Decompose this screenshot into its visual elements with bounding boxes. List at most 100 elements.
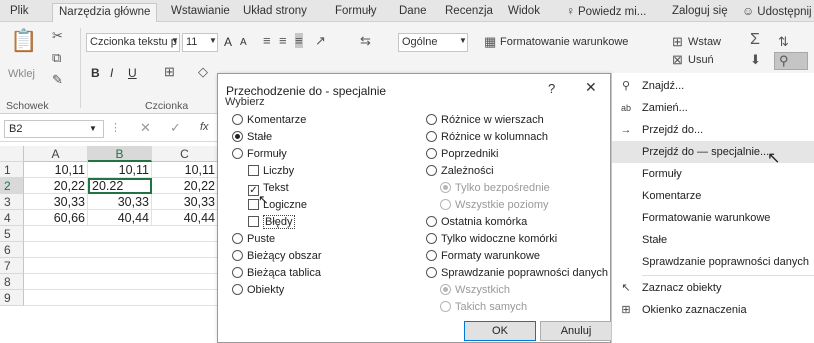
insert-function-icon[interactable]: fx [200,121,209,133]
menu-item-data-validation[interactable]: Sprawdzanie poprawności danych [612,251,814,273]
borders-icon[interactable]: ⊞ [164,64,175,80]
row-header[interactable]: 2 [0,178,24,194]
tab-insert[interactable]: Wstawianie [171,3,230,22]
fill-icon[interactable]: ⬇ [750,52,761,68]
row-header[interactable]: 1 [0,162,24,178]
paste-icon[interactable]: 📋 [10,28,37,54]
cell-a2[interactable]: 20,22 [24,178,88,194]
insert-cells-icon[interactable]: ⊞ [672,34,683,50]
shrink-font-button[interactable]: A [240,37,247,48]
conditional-formatting-icon[interactable]: ▦ [484,34,496,50]
grow-font-button[interactable]: A [224,35,232,49]
tab-file[interactable]: Plik [10,3,29,22]
cancel-button[interactable]: Anuluj [540,321,612,341]
format-painter-icon[interactable]: ✎ [52,72,63,88]
option-visible-cells-only[interactable]: Tylko widoczne komórki [426,233,557,247]
row-header[interactable]: 7 [0,258,24,274]
find-select-button[interactable]: ⚲ [774,52,808,70]
checkbox-errors[interactable]: Błędy [248,215,295,230]
tab-formulas[interactable]: Formuły [335,3,377,22]
underline-button[interactable]: U [128,66,137,80]
column-header[interactable]: C [152,146,218,162]
option-precedents[interactable]: Poprzedniki [426,148,498,162]
cell-b4[interactable]: 40,44 [88,210,152,226]
option-validation-all[interactable]: Wszystkich [440,284,510,298]
checkbox-numbers[interactable]: Liczby [248,165,294,179]
row-header[interactable]: 8 [0,274,24,290]
option-formulas[interactable]: Formuły [232,148,287,162]
option-column-differences[interactable]: Różnice w kolumnach [426,131,548,145]
menu-item-constants[interactable]: Stałe [612,229,814,251]
menu-item-go-to[interactable]: → Przejdź do... [612,119,814,141]
tab-page-layout[interactable]: Układ strony [243,3,307,22]
cell-a1[interactable]: 10,11 [24,162,88,178]
cell-b1[interactable]: 10,11 [88,162,152,178]
share-button[interactable]: ☺ Udostępnij [742,3,812,22]
option-direct-only[interactable]: Tylko bezpośrednie [440,182,550,196]
align-top-icon[interactable]: ≡ [263,33,271,48]
copy-icon[interactable]: ⧉ [52,50,61,66]
row-header[interactable]: 5 [0,226,24,242]
column-header[interactable]: B [88,146,152,162]
menu-item-conditional-formatting[interactable]: Formatowanie warunkowe [612,207,814,229]
row-header[interactable]: 4 [0,210,24,226]
tell-me-box[interactable]: ♀ Powiedz mi... [566,3,646,22]
option-comments[interactable]: Komentarze [232,114,306,128]
option-objects[interactable]: Obiekty [232,284,284,298]
help-button[interactable]: ? [548,81,555,96]
cell-a3[interactable]: 30,33 [24,194,88,210]
delete-cells-icon[interactable]: ⊠ [672,52,683,68]
align-bottom-icon[interactable]: ≡ [295,33,303,48]
enter-icon[interactable]: ✓ [170,120,181,136]
tab-data[interactable]: Dane [399,3,427,22]
paste-label[interactable]: Wklej [8,68,35,80]
menu-item-go-to-special[interactable]: Przejdź do — specjalnie... [612,141,814,163]
empty-row[interactable] [24,290,218,306]
empty-row[interactable] [24,274,218,290]
align-middle-icon[interactable]: ≡ [279,33,287,48]
option-all-levels[interactable]: Wszystkie poziomy [440,199,549,213]
menu-item-selection-pane[interactable]: ⊞ Okienko zaznaczenia [612,299,814,321]
menu-item-select-objects[interactable]: ↖ Zaznacz obiekty [612,277,814,299]
cell-c2[interactable]: 20,22 [152,178,218,194]
cancel-icon[interactable]: ✕ [140,120,151,136]
tab-home[interactable]: Narzędzia główne [52,3,158,22]
cell-c4[interactable]: 40,44 [152,210,218,226]
tab-view[interactable]: Widok [508,3,540,22]
font-size-dropdown[interactable]: 11 ▼ [182,33,218,52]
option-validation-same[interactable]: Takich samych [440,301,527,315]
delete-cells-button[interactable]: Usuń [688,54,714,66]
cell-b2[interactable]: 20.22 [88,178,152,194]
close-icon[interactable]: ✕ [585,79,597,96]
option-row-differences[interactable]: Różnice w wierszach [426,114,544,128]
number-format-dropdown[interactable]: Ogólne ▼ [398,33,468,52]
bold-button[interactable]: B [91,66,100,80]
fill-color-icon[interactable]: ◇ [198,64,208,80]
ok-button[interactable]: OK [464,321,536,341]
empty-row[interactable] [24,242,218,258]
row-header[interactable]: 3 [0,194,24,210]
font-name-dropdown[interactable]: Czcionka tekstu p ▼ [86,33,180,52]
empty-row[interactable] [24,226,218,242]
option-current-array[interactable]: Bieżąca tablica [232,267,321,281]
option-blanks[interactable]: Puste [232,233,275,247]
row-header[interactable]: 6 [0,242,24,258]
conditional-formatting-button[interactable]: Formatowanie warunkowe [500,36,628,48]
empty-row[interactable] [24,258,218,274]
menu-item-formulas[interactable]: Formuły [612,163,814,185]
option-dependents[interactable]: Zależności [426,165,494,179]
column-header[interactable]: A [24,146,88,162]
cut-icon[interactable]: ✂ [52,28,63,44]
menu-item-replace[interactable]: ab Zamień... [612,97,814,119]
tab-review[interactable]: Recenzja [445,3,493,22]
cell-c3[interactable]: 30,33 [152,194,218,210]
orientation-icon[interactable]: ↗ [315,33,326,49]
name-box[interactable]: B2 ▼ [4,120,104,138]
cell-b3[interactable]: 30,33 [88,194,152,210]
option-conditional-formats[interactable]: Formaty warunkowe [426,250,540,264]
autosum-icon[interactable]: Σ [750,31,760,49]
option-data-validation[interactable]: Sprawdzanie poprawności danych [426,267,608,281]
italic-button[interactable]: I [110,66,113,80]
menu-item-find[interactable]: ⚲ Znajdź... [612,75,814,97]
sort-filter-icon[interactable]: ⇅ [778,34,789,50]
